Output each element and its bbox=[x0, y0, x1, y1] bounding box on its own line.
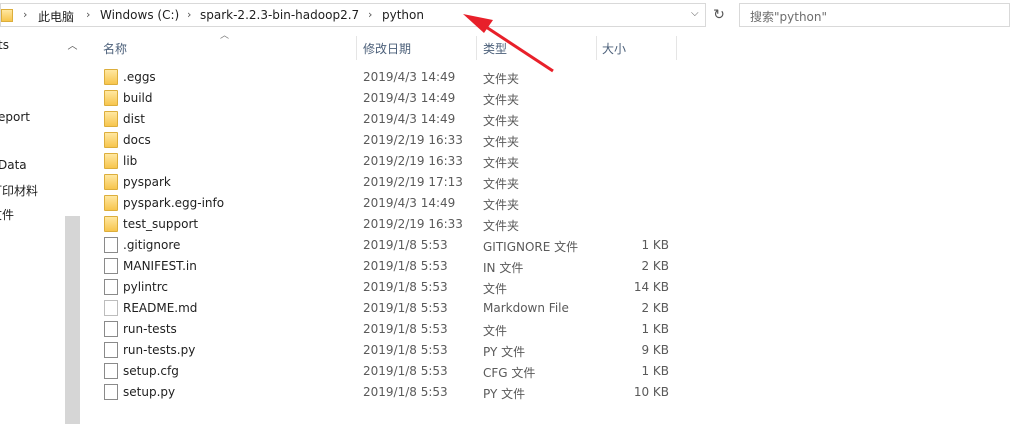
annotation-arrow bbox=[463, 14, 554, 73]
arrow-shaft bbox=[479, 21, 554, 73]
